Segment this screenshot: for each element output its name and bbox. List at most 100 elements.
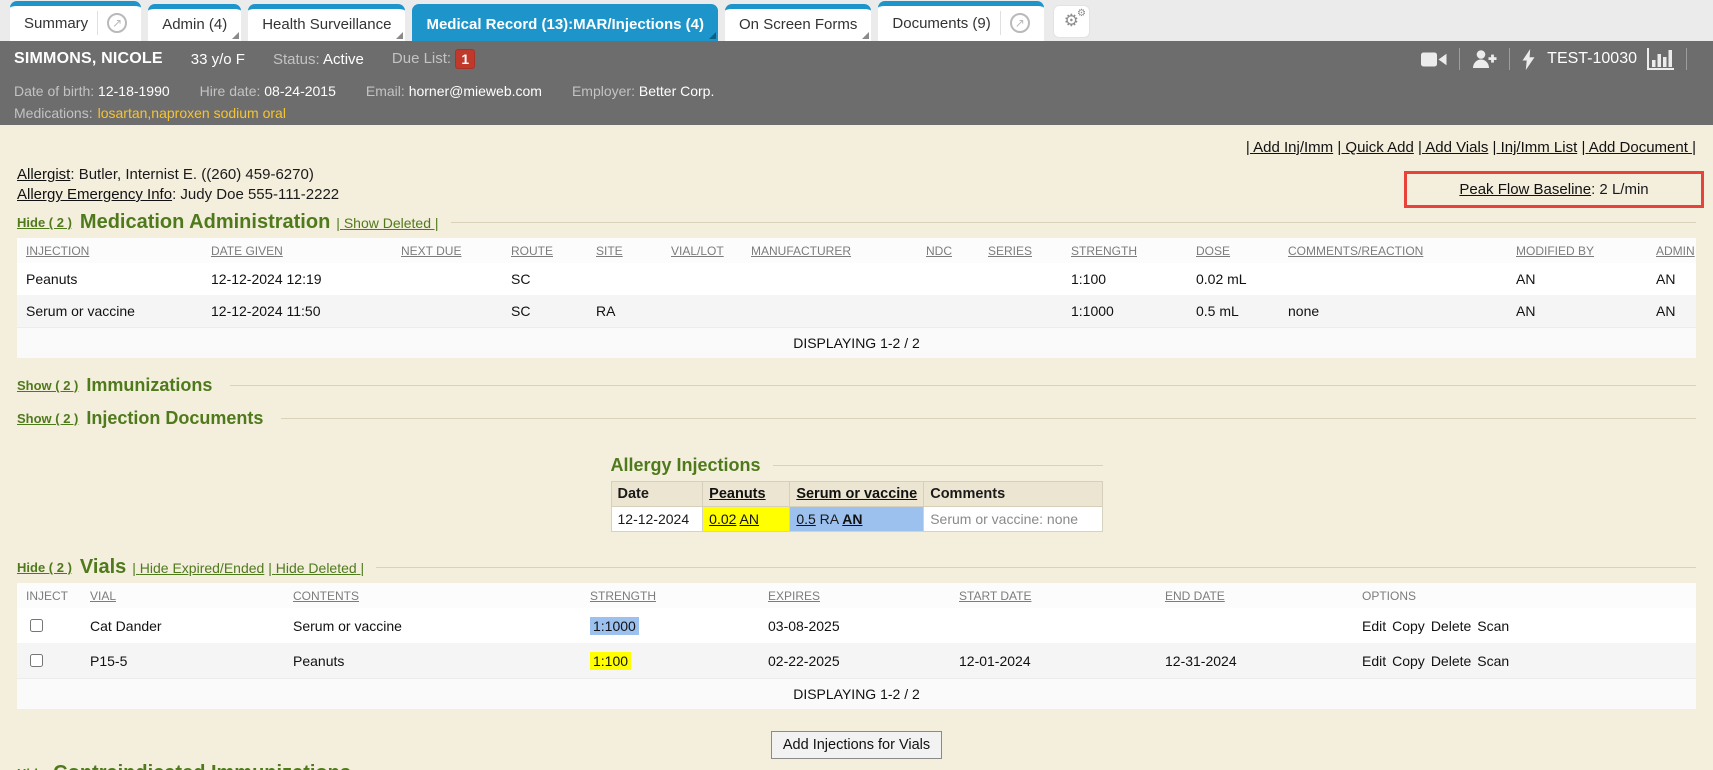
col-ndc[interactable]: NDC	[917, 238, 979, 263]
ai-col-serum[interactable]: Serum or vaccine	[790, 482, 924, 507]
add-document-link[interactable]: Add Document	[1581, 139, 1696, 156]
cell-comments: none	[1279, 295, 1507, 328]
medication-link-naproxen[interactable]: naproxen sodium oral	[151, 105, 286, 121]
ai-col-comments: Comments	[924, 482, 1102, 507]
delete-link[interactable]: Delete	[1431, 618, 1471, 634]
col-comments-reaction[interactable]: COMMENTS/REACTION	[1279, 238, 1507, 263]
allergy-emergency-link[interactable]: Allergy Emergency Info	[17, 186, 172, 203]
col-strength[interactable]: STRENGTH	[581, 583, 759, 608]
video-camera-icon[interactable]	[1421, 51, 1447, 68]
inject-checkbox[interactable]	[30, 619, 43, 632]
col-contents[interactable]: CONTENTS	[284, 583, 581, 608]
quick-add-link[interactable]: Quick Add	[1337, 139, 1413, 156]
tab-medical-record[interactable]: Medical Record (13):MAR/Injections (4)	[412, 4, 718, 41]
col-site[interactable]: SITE	[587, 238, 662, 263]
employer-value: Better Corp.	[639, 83, 714, 99]
show-deleted-link[interactable]: Show Deleted	[336, 215, 438, 231]
scan-link[interactable]: Scan	[1477, 618, 1509, 634]
immunizations-show-link[interactable]: Show ( 2 )	[17, 378, 78, 393]
settings-gear-icon[interactable]: ⚙⚙	[1053, 5, 1090, 38]
cell-manufacturer	[742, 263, 917, 295]
tab-health-surveillance-label: Health Surveillance	[262, 16, 391, 33]
cell-site: RA	[587, 295, 662, 328]
tab-summary[interactable]: Summary ↗	[10, 1, 141, 41]
col-admin[interactable]: ADMIN	[1647, 238, 1696, 263]
col-injection[interactable]: INJECTION	[17, 238, 202, 263]
edit-link[interactable]: Edit	[1362, 618, 1386, 634]
copy-link[interactable]: Copy	[1392, 653, 1425, 669]
icon-divider	[1509, 48, 1510, 70]
med-admin-section-header: Hide ( 2 ) Medication Administration Sho…	[17, 211, 1696, 234]
cell-end-date	[1156, 608, 1353, 643]
allergist-link[interactable]: Allergist	[17, 166, 70, 183]
cell-vial-lot	[662, 295, 742, 328]
patient-age-sex: 33 y/o F	[191, 51, 245, 68]
col-dose[interactable]: DOSE	[1187, 238, 1279, 263]
cell-date-given: 12-12-2024 11:50	[202, 295, 392, 328]
add-inj-imm-link[interactable]: Add Inj/Imm	[1246, 139, 1333, 156]
peak-flow-baseline-value: : 2 L/min	[1591, 181, 1649, 198]
tab-health-surveillance[interactable]: Health Surveillance	[248, 4, 405, 41]
vials-hide-link[interactable]: Hide ( 2 )	[17, 560, 72, 575]
tab-on-screen-forms[interactable]: On Screen Forms	[725, 4, 871, 41]
edit-link[interactable]: Edit	[1362, 653, 1386, 669]
med-admin-hide-link[interactable]: Hide ( 2 )	[17, 215, 72, 230]
cell-strength: 1:100	[1062, 263, 1187, 295]
copy-link[interactable]: Copy	[1392, 618, 1425, 634]
col-series[interactable]: SERIES	[979, 238, 1062, 263]
cell-contents: Serum or vaccine	[284, 608, 581, 643]
tab-documents[interactable]: Documents (9) ↗	[878, 1, 1043, 41]
col-end-date[interactable]: END DATE	[1156, 583, 1353, 608]
inj-imm-list-link[interactable]: Inj/Imm List	[1493, 139, 1578, 156]
scan-link[interactable]: Scan	[1477, 653, 1509, 669]
col-modified-by[interactable]: MODIFIED BY	[1507, 238, 1647, 263]
add-injections-for-vials-button[interactable]: Add Injections for Vials	[771, 731, 942, 759]
peak-flow-baseline-link[interactable]: Peak Flow Baseline	[1459, 181, 1591, 198]
tab-divider	[97, 11, 98, 35]
cell-modified-by: AN	[1507, 263, 1647, 295]
hide-deleted-link[interactable]: Hide Deleted	[268, 560, 364, 576]
ai-peanuts-admin-link[interactable]: AN	[740, 511, 759, 527]
section-rule	[281, 418, 1696, 419]
ai-col-peanuts[interactable]: Peanuts	[703, 482, 790, 507]
hide-expired-ended-link[interactable]: Hide Expired/Ended	[132, 560, 264, 576]
col-strength[interactable]: STRENGTH	[1062, 238, 1187, 263]
col-date-given[interactable]: DATE GIVEN	[202, 238, 392, 263]
contraindicated-hide-link[interactable]: Hide	[17, 766, 45, 770]
status-value: Active	[323, 51, 364, 68]
tab-admin[interactable]: Admin (4)	[148, 4, 241, 41]
col-vial[interactable]: VIAL	[81, 583, 284, 608]
inject-checkbox[interactable]	[30, 654, 43, 667]
cell-dose: 0.5 mL	[1187, 295, 1279, 328]
due-list-badge[interactable]: 1	[455, 49, 475, 69]
tab-fold-icon	[862, 32, 869, 39]
medication-link-losartan[interactable]: losartan	[98, 105, 152, 121]
col-route[interactable]: ROUTE	[502, 238, 587, 263]
vials-row-cat-dander: Cat Dander Serum or vaccine 1:1000 03-08…	[17, 608, 1696, 643]
popout-arrow-icon[interactable]: ↗	[1010, 13, 1030, 33]
ai-peanuts-dose-link[interactable]: 0.02	[709, 511, 736, 527]
dob-field: Date of birth: 12-18-1990	[14, 83, 170, 99]
icon-divider	[1459, 48, 1460, 70]
tab-divider	[1000, 11, 1001, 35]
col-next-due[interactable]: NEXT DUE	[392, 238, 502, 263]
vials-section-header: Hide ( 2 ) Vials Hide Expired/Ended Hide…	[17, 556, 1696, 579]
ai-serum-dose-link[interactable]: 0.5	[796, 511, 815, 527]
popout-arrow-icon[interactable]: ↗	[107, 13, 127, 33]
lightning-bolt-icon[interactable]	[1522, 49, 1535, 70]
delete-link[interactable]: Delete	[1431, 653, 1471, 669]
col-start-date[interactable]: START DATE	[950, 583, 1156, 608]
injection-documents-show-link[interactable]: Show ( 2 )	[17, 411, 78, 426]
col-manufacturer[interactable]: MANUFACTURER	[742, 238, 917, 263]
med-admin-title: Medication Administration	[80, 211, 330, 234]
add-vials-link[interactable]: Add Vials	[1418, 139, 1488, 156]
tab-summary-label: Summary	[24, 15, 88, 32]
col-vial-lot[interactable]: VIAL/LOT	[662, 238, 742, 263]
vials-row-p15-5: P15-5 Peanuts 1:100 02-22-2025 12-01-202…	[17, 643, 1696, 679]
cell-injection: Peanuts	[17, 263, 202, 295]
flowsheet-chart-icon[interactable]	[1647, 48, 1674, 70]
ai-serum-admin-link[interactable]: AN	[842, 511, 862, 527]
add-person-icon[interactable]	[1472, 50, 1497, 68]
col-expires[interactable]: EXPIRES	[759, 583, 950, 608]
cell-strength: 1:1000	[1062, 295, 1187, 328]
